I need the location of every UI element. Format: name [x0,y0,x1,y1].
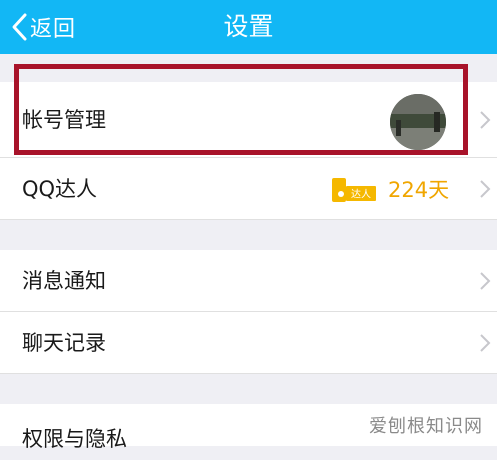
daren-days: 224天 [388,178,450,202]
chevron-right-icon [480,334,491,352]
watermark: 爱刨根知识网 [369,416,483,437]
badge-text: 达人 [351,189,371,201]
row-label-qq-daren: QQ达人 [22,177,98,201]
settings-row-notifications[interactable]: 消息通知 [0,250,497,312]
chevron-right-icon [480,272,491,290]
chevron-right-icon [480,111,491,129]
settings-row-chat-history[interactable]: 聊天记录 [0,312,497,374]
daren-badge-icon: 达人 [332,178,376,202]
section-spacer [0,220,497,250]
chevron-right-icon [480,180,491,198]
highlight-box [14,64,468,155]
row-label-notifications: 消息通知 [22,269,106,293]
page-title: 设置 [223,12,274,41]
title-bar: 返回 设置 [0,0,497,54]
row-label-chat-history: 聊天记录 [22,331,106,355]
row-label-privacy: 权限与隐私 [22,427,127,451]
section-spacer [0,374,497,404]
